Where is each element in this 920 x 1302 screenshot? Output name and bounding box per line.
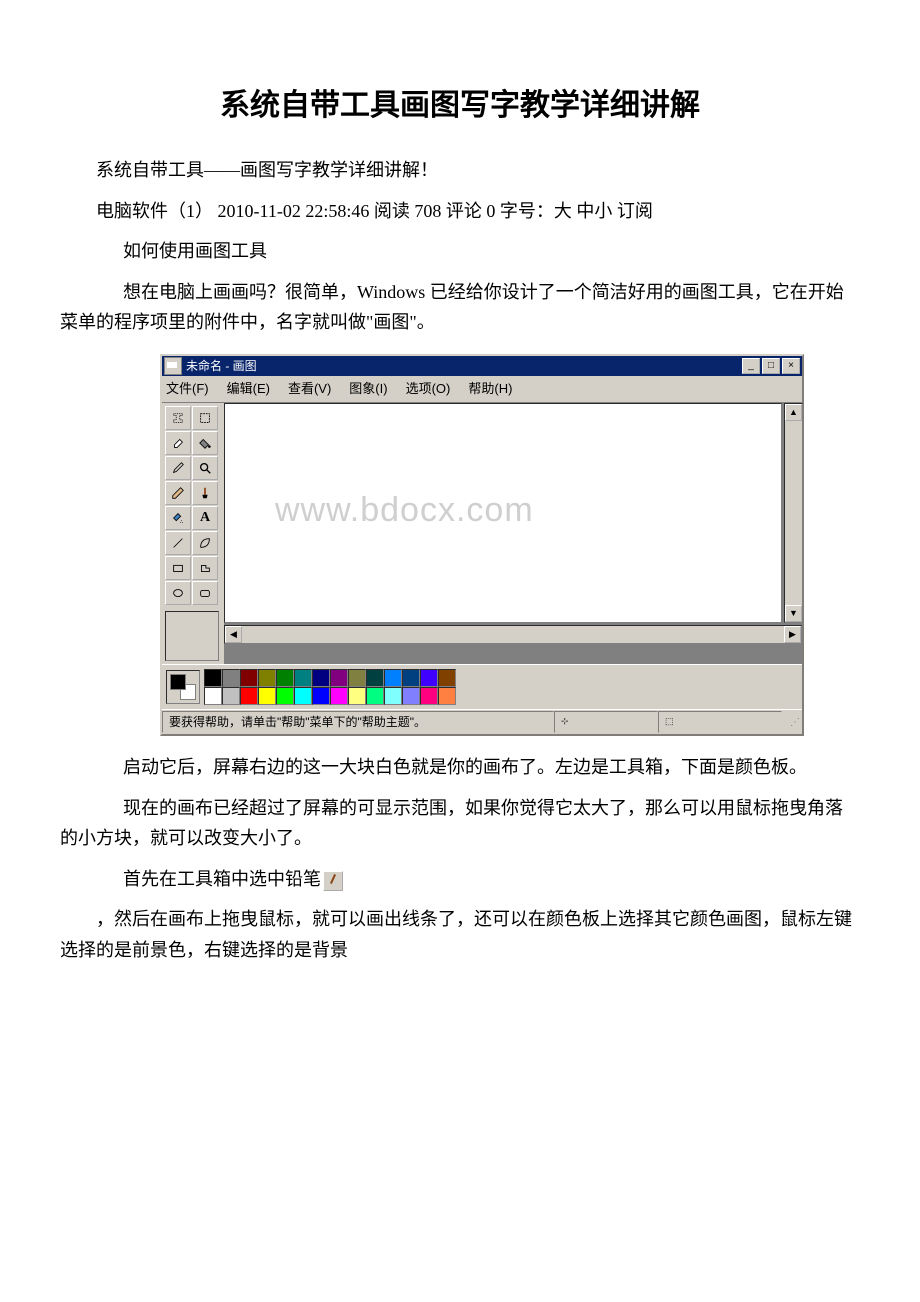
client-area: A www.bdocx.com ▲ ▼ [162, 403, 802, 664]
canvas[interactable]: www.bdocx.com [224, 403, 782, 623]
color-swatch[interactable] [294, 687, 312, 705]
paragraph-howto: 如何使用画图工具 [60, 236, 860, 267]
window-title: 未命名 - 画图 [186, 356, 742, 376]
paragraph-meta: 电脑软件（1） 2010-11-02 22:58:46 阅读 708 评论 0 … [60, 196, 860, 227]
menu-view[interactable]: 查看(V) [288, 378, 331, 400]
color-swatch[interactable] [366, 687, 384, 705]
paragraph-8: ，然后在画布上拖曳鼠标，就可以画出线条了，还可以在颜色板上选择其它颜色画图，鼠标… [60, 904, 860, 965]
scroll-right-icon[interactable]: ▶ [784, 626, 801, 643]
vertical-scrollbar[interactable]: ▲ ▼ [784, 403, 803, 623]
color-swatch[interactable] [222, 687, 240, 705]
color-swatch[interactable] [312, 669, 330, 687]
paragraph-desc: 想在电脑上画画吗？很简单，Windows 已经给你设计了一个简洁好用的画图工具，… [60, 277, 860, 338]
mspaint-screenshot: 未命名 - 画图 _ □ × 文件(F) 编辑(E) 查看(V) 图象(I) 选… [160, 354, 860, 736]
color-swatch[interactable] [438, 669, 456, 687]
app-icon [164, 357, 182, 375]
color-swatch[interactable] [312, 687, 330, 705]
color-swatch[interactable] [438, 687, 456, 705]
minimize-button[interactable]: _ [742, 358, 760, 374]
status-bar: 要获得帮助，请单击"帮助"菜单下的"帮助主题"。 ⊹ ⬚ ⋰ [162, 709, 802, 734]
tool-magnifier[interactable] [192, 456, 218, 480]
tool-freeform-select[interactable] [165, 406, 191, 430]
tool-rectangle[interactable] [165, 556, 191, 580]
window-titlebar: 未命名 - 画图 _ □ × [162, 356, 802, 376]
color-swatch[interactable] [276, 669, 294, 687]
color-swatch[interactable] [204, 687, 222, 705]
resize-grip[interactable]: ⋰ [782, 714, 802, 731]
fg-color [170, 674, 186, 690]
color-swatch[interactable] [258, 669, 276, 687]
window: 未命名 - 画图 _ □ × 文件(F) 编辑(E) 查看(V) 图象(I) 选… [160, 354, 804, 736]
paragraph-6: 现在的画布已经超过了屏幕的可显示范围，如果你觉得它太大了，那么可以用鼠标拖曳角落… [60, 793, 860, 854]
horizontal-scrollbar[interactable]: ◀ ▶ [224, 625, 802, 644]
color-swatch[interactable] [420, 687, 438, 705]
tool-airbrush[interactable] [165, 506, 191, 530]
color-swatch[interactable] [402, 687, 420, 705]
tool-polygon[interactable] [192, 556, 218, 580]
maximize-button[interactable]: □ [762, 358, 780, 374]
color-swatch[interactable] [402, 669, 420, 687]
tool-select[interactable] [192, 406, 218, 430]
window-controls: _ □ × [742, 358, 800, 374]
scroll-up-icon[interactable]: ▲ [785, 404, 802, 421]
status-size: ⬚ [658, 711, 782, 733]
color-swatch[interactable] [222, 669, 240, 687]
menu-edit[interactable]: 编辑(E) [227, 378, 270, 400]
tool-line[interactable] [165, 531, 191, 555]
menu-image[interactable]: 图象(I) [349, 378, 387, 400]
tool-pencil[interactable] [165, 481, 191, 505]
color-swatch[interactable] [276, 687, 294, 705]
pencil-icon-inline [323, 871, 343, 891]
menu-options[interactable]: 选项(O) [406, 378, 451, 400]
fgbg-indicator[interactable] [166, 670, 200, 704]
tool-text[interactable]: A [192, 506, 218, 530]
color-palette [204, 669, 456, 705]
color-swatch[interactable] [240, 669, 258, 687]
color-swatch[interactable] [330, 687, 348, 705]
scroll-left-icon[interactable]: ◀ [225, 626, 242, 643]
status-pos: ⊹ [554, 711, 658, 733]
color-swatch[interactable] [240, 687, 258, 705]
color-swatch[interactable] [294, 669, 312, 687]
color-swatch[interactable] [204, 669, 222, 687]
color-swatch[interactable] [348, 687, 366, 705]
tool-ellipse[interactable] [165, 581, 191, 605]
tool-brush[interactable] [192, 481, 218, 505]
scroll-down-icon[interactable]: ▼ [785, 605, 802, 622]
watermark-text: www.bdocx.com [275, 482, 534, 540]
close-button[interactable]: × [782, 358, 800, 374]
tool-fill[interactable] [192, 431, 218, 455]
color-swatch[interactable] [330, 669, 348, 687]
menu-help[interactable]: 帮助(H) [468, 378, 512, 400]
tool-eyedropper[interactable] [165, 456, 191, 480]
paragraph-5: 启动它后，屏幕右边的这一大块白色就是你的画布了。左边是工具箱，下面是颜色板。 [60, 752, 860, 783]
document-page: 系统自带工具画图写字教学详细讲解 系统自带工具——画图写字教学详细讲解！ 电脑软… [0, 0, 920, 1016]
tool-eraser[interactable] [165, 431, 191, 455]
color-swatch[interactable] [384, 687, 402, 705]
menubar: 文件(F) 编辑(E) 查看(V) 图象(I) 选项(O) 帮助(H) [162, 376, 802, 403]
status-text: 要获得帮助，请单击"帮助"菜单下的"帮助主题"。 [162, 711, 554, 733]
color-swatch[interactable] [258, 687, 276, 705]
color-swatch[interactable] [384, 669, 402, 687]
color-swatch[interactable] [348, 669, 366, 687]
menu-file[interactable]: 文件(F) [166, 378, 209, 400]
paragraph-7: 首先在工具箱中选中铅笔 [60, 864, 860, 895]
paragraph-intro: 系统自带工具——画图写字教学详细讲解！ [60, 155, 860, 186]
color-swatch[interactable] [366, 669, 384, 687]
tool-curve[interactable] [192, 531, 218, 555]
canvas-area: www.bdocx.com ▲ ▼ ◀ ▶ [224, 403, 802, 664]
page-title: 系统自带工具画图写字教学详细讲解 [60, 80, 860, 131]
tool-options [165, 611, 219, 661]
tool-roundrect[interactable] [192, 581, 218, 605]
toolbox: A [162, 403, 224, 664]
color-swatch[interactable] [420, 669, 438, 687]
color-box [162, 664, 802, 709]
